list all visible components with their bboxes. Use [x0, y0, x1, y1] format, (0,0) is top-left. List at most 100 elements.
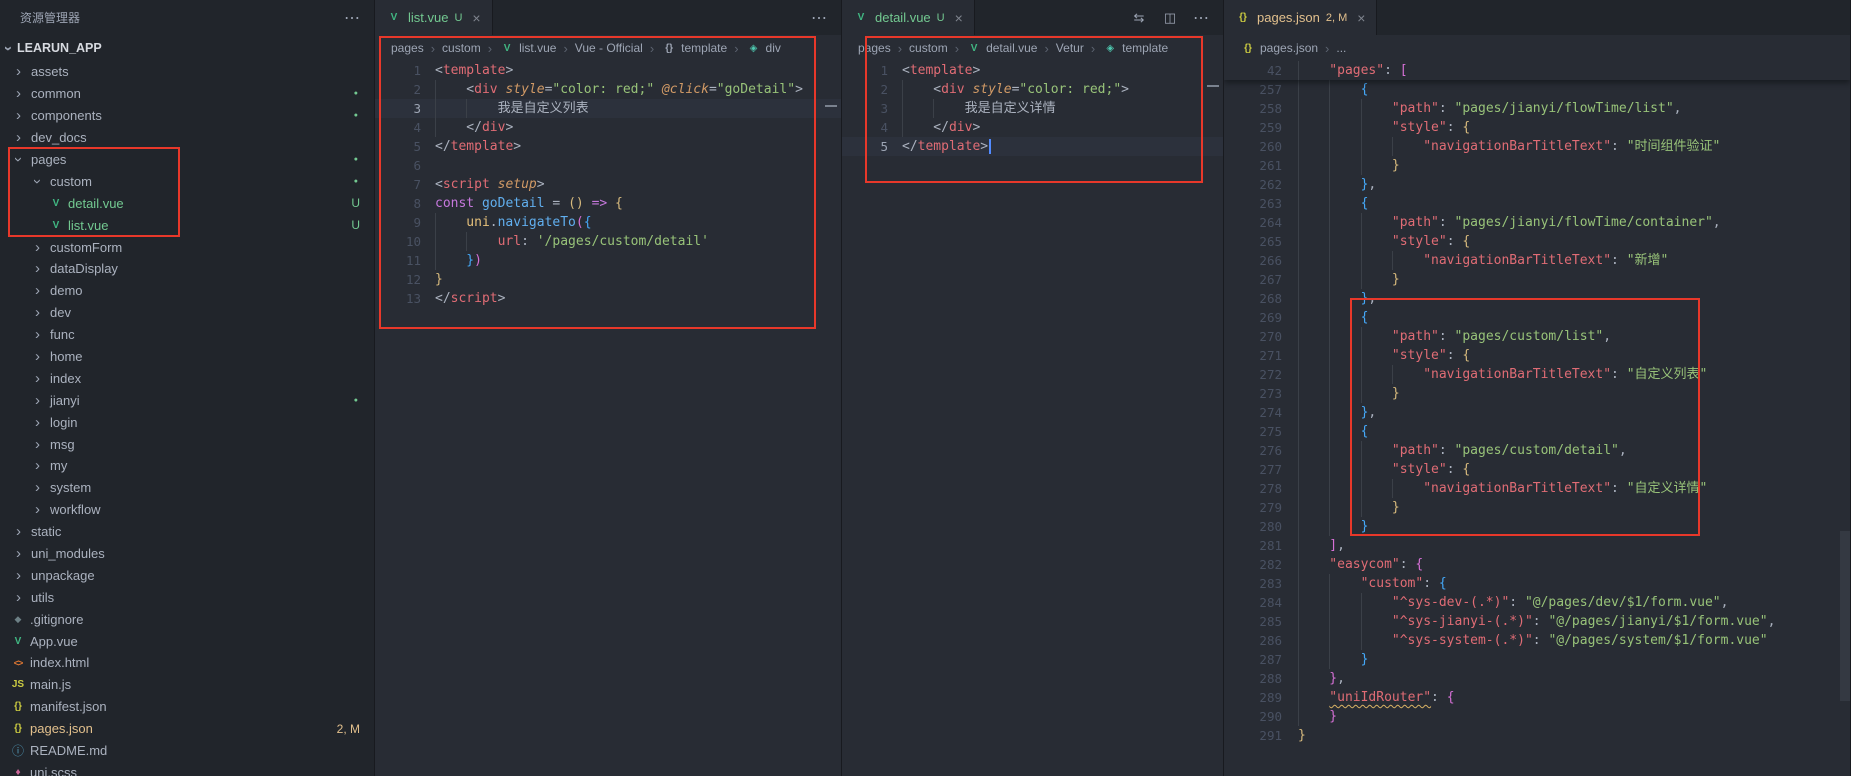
breadcrumb-item[interactable]: Vdetail.vue	[966, 41, 1037, 55]
code-line-3[interactable]: 3我是自定义列表	[375, 99, 841, 118]
code-line-257[interactable]: 257{	[1224, 80, 1850, 99]
code-line-2[interactable]: 2<div style="color: red;">	[842, 80, 1223, 99]
code-line-287[interactable]: 287}	[1224, 650, 1850, 669]
code-line-6[interactable]: 6	[375, 156, 841, 175]
code-line-261[interactable]: 261}	[1224, 156, 1850, 175]
tree-item-customform[interactable]: ›customForm	[0, 236, 374, 258]
sticky-scroll-line[interactable]: 42"pages": [	[1224, 61, 1850, 80]
code-line-284[interactable]: 284"^sys-dev-(.*)": "@/pages/dev/$1/form…	[1224, 593, 1850, 612]
tree-item-uni.scss[interactable]: ♦uni.scss	[0, 762, 374, 776]
tree-item-static[interactable]: ›static	[0, 521, 374, 543]
code-line-288[interactable]: 288},	[1224, 669, 1850, 688]
tree-item-readme.md[interactable]: ⓘREADME.md	[0, 740, 374, 762]
tree-item-app.vue[interactable]: VApp.vue	[0, 630, 374, 652]
tree-root[interactable]: › LEARUN_APP	[0, 35, 374, 61]
code-line-274[interactable]: 274},	[1224, 403, 1850, 422]
code-line-285[interactable]: 285"^sys-jianyi-(.*)": "@/pages/jianyi/$…	[1224, 612, 1850, 631]
code-line-1[interactable]: 1<template>	[375, 61, 841, 80]
breadcrumb-item[interactable]: Vetur	[1056, 41, 1084, 55]
code-line-278[interactable]: 278"navigationBarTitleText": "自定义详情"	[1224, 479, 1850, 498]
tree-item-main.js[interactable]: JSmain.js	[0, 674, 374, 696]
code-line-275[interactable]: 275{	[1224, 422, 1850, 441]
tab-pages-json[interactable]: {} pages.json 2, M ×	[1224, 0, 1377, 35]
code-line-273[interactable]: 273}	[1224, 384, 1850, 403]
code-line-289[interactable]: 289"uniIdRouter": {	[1224, 688, 1850, 707]
breadcrumb-item[interactable]: Vlist.vue	[499, 41, 556, 55]
code-line-7[interactable]: 7<script setup>	[375, 175, 841, 194]
code-line-260[interactable]: 260"navigationBarTitleText": "时间组件验证"	[1224, 137, 1850, 156]
code-editor-detail-vue[interactable]: 1<template>2<div style="color: red;">3我是…	[842, 61, 1223, 776]
code-line-9[interactable]: 9uni.navigateTo({	[375, 213, 841, 232]
close-icon[interactable]: ×	[472, 10, 480, 26]
tree-item-assets[interactable]: ›assets	[0, 61, 374, 83]
tree-item-list.vue[interactable]: Vlist.vueU	[0, 214, 374, 236]
tree-item-uni-modules[interactable]: ›uni_modules	[0, 543, 374, 565]
code-line-267[interactable]: 267}	[1224, 270, 1850, 289]
code-line-4[interactable]: 4</div>	[842, 118, 1223, 137]
code-line-2[interactable]: 2<div style="color: red;" @click="goDeta…	[375, 80, 841, 99]
tree-item-msg[interactable]: ›msg	[0, 433, 374, 455]
tree-item-detail.vue[interactable]: Vdetail.vueU	[0, 192, 374, 214]
tree-item-my[interactable]: ›my	[0, 455, 374, 477]
more-actions-icon[interactable]: ⋯	[1193, 8, 1209, 28]
tree-item-manifest.json[interactable]: {}manifest.json	[0, 696, 374, 718]
code-line-282[interactable]: 282"easycom": {	[1224, 555, 1850, 574]
tree-item-components[interactable]: ›components●	[0, 105, 374, 127]
code-line-8[interactable]: 8const goDetail = () => {	[375, 194, 841, 213]
tree-item-demo[interactable]: ›demo	[0, 280, 374, 302]
compare-icon[interactable]: ⇆	[1131, 10, 1147, 26]
breadcrumb-item[interactable]: Vue - Official	[575, 41, 643, 55]
breadcrumb-item[interactable]: pages	[858, 41, 891, 55]
tree-item-custom[interactable]: ›custom●	[0, 170, 374, 192]
code-line-272[interactable]: 272"navigationBarTitleText": "自定义列表"	[1224, 365, 1850, 384]
code-line-264[interactable]: 264"path": "pages/jianyi/flowTime/contai…	[1224, 213, 1850, 232]
scrollbar-thumb[interactable]	[1840, 531, 1850, 701]
tree-item-func[interactable]: ›func	[0, 324, 374, 346]
code-line-279[interactable]: 279}	[1224, 498, 1850, 517]
close-icon[interactable]: ×	[1357, 10, 1365, 26]
code-line-11[interactable]: 11})	[375, 251, 841, 270]
tree-item-dev[interactable]: ›dev	[0, 302, 374, 324]
tree-item-login[interactable]: ›login	[0, 411, 374, 433]
code-line-1[interactable]: 1<template>	[842, 61, 1223, 80]
code-line-12[interactable]: 12}	[375, 270, 841, 289]
breadcrumb-item[interactable]: pages	[391, 41, 424, 55]
code-line-291[interactable]: 291}	[1224, 726, 1850, 745]
code-line-270[interactable]: 270"path": "pages/custom/list",	[1224, 327, 1850, 346]
code-line-269[interactable]: 269{	[1224, 308, 1850, 327]
tree-item-jianyi[interactable]: ›jianyi●	[0, 389, 374, 411]
tree-item-pages.json[interactable]: {}pages.json2, M	[0, 718, 374, 740]
breadcrumb-item[interactable]: ...	[1336, 41, 1346, 55]
code-line-5[interactable]: 5</template>	[842, 137, 1223, 156]
code-line-283[interactable]: 283"custom": {	[1224, 574, 1850, 593]
tree-item-pages[interactable]: ›pages●	[0, 149, 374, 171]
code-line-276[interactable]: 276"path": "pages/custom/detail",	[1224, 441, 1850, 460]
more-actions-icon[interactable]: ⋯	[344, 8, 360, 28]
code-line-5[interactable]: 5</template>	[375, 137, 841, 156]
code-line-271[interactable]: 271"style": {	[1224, 346, 1850, 365]
split-editor-icon[interactable]: ◫	[1162, 10, 1178, 26]
code-line-10[interactable]: 10url: '/pages/custom/detail'	[375, 232, 841, 251]
tree-item-index.html[interactable]: <>index.html	[0, 652, 374, 674]
code-line-265[interactable]: 265"style": {	[1224, 232, 1850, 251]
tab-detail-vue[interactable]: V detail.vue U ×	[842, 0, 975, 35]
tree-item-workflow[interactable]: ›workflow	[0, 499, 374, 521]
code-editor-list-vue[interactable]: 1<template>2<div style="color: red;" @cl…	[375, 61, 841, 776]
code-line-281[interactable]: 281],	[1224, 536, 1850, 555]
code-editor-pages-json[interactable]: 257{258"path": "pages/jianyi/flowTime/li…	[1224, 61, 1850, 776]
breadcrumb-item[interactable]: {}pages.json	[1240, 41, 1318, 55]
code-line-3[interactable]: 3我是自定义详情	[842, 99, 1223, 118]
close-icon[interactable]: ×	[955, 10, 963, 26]
tree-item-common[interactable]: ›common●	[0, 83, 374, 105]
tab-list-vue[interactable]: V list.vue U ×	[375, 0, 493, 35]
code-line-263[interactable]: 263{	[1224, 194, 1850, 213]
tree-item-utils[interactable]: ›utils	[0, 586, 374, 608]
tree-item-.gitignore[interactable]: ◆.gitignore	[0, 608, 374, 630]
code-line-13[interactable]: 13</script>	[375, 289, 841, 308]
code-line-259[interactable]: 259"style": {	[1224, 118, 1850, 137]
tree-item-home[interactable]: ›home	[0, 346, 374, 368]
code-line-258[interactable]: 258"path": "pages/jianyi/flowTime/list",	[1224, 99, 1850, 118]
breadcrumb-item[interactable]: custom	[442, 41, 481, 55]
code-line-4[interactable]: 4</div>	[375, 118, 841, 137]
code-line-290[interactable]: 290}	[1224, 707, 1850, 726]
